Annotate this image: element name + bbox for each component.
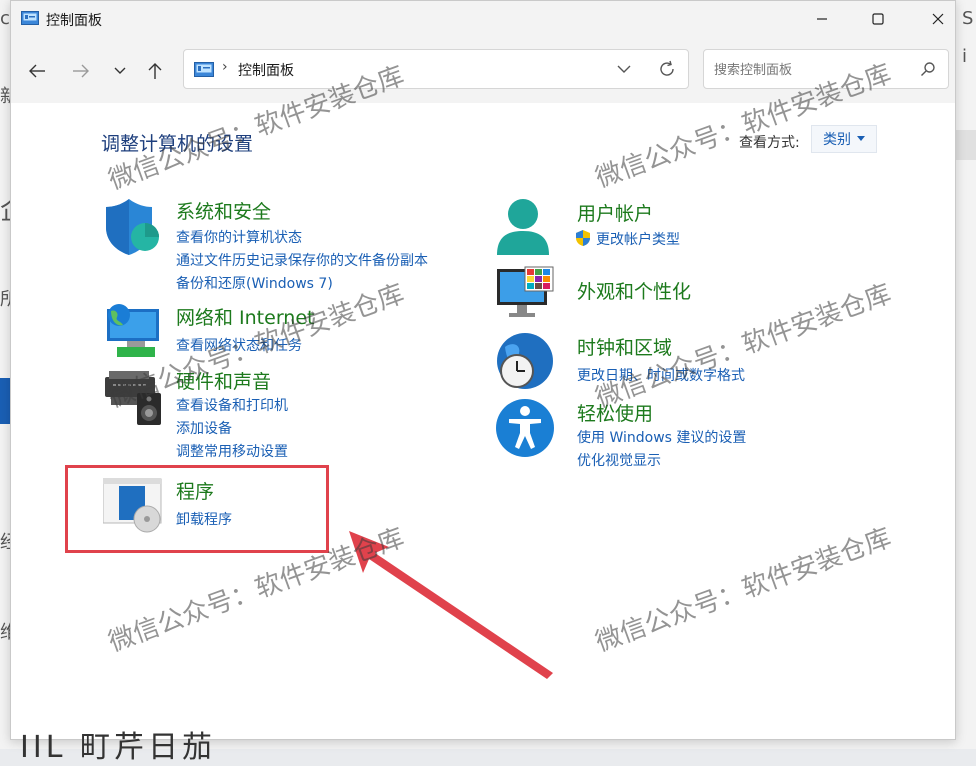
minimize-icon <box>817 18 827 20</box>
uac-shield-icon <box>576 230 590 246</box>
category-title-clock-region[interactable]: 时钟和区域 <box>577 333 672 360</box>
link-network-status-tasks[interactable]: 查看网络状态和任务 <box>176 335 302 355</box>
link-file-history-backup[interactable]: 通过文件历史记录保存你的文件备份副本 <box>176 250 428 270</box>
breadcrumb[interactable]: 控制面板 <box>238 60 294 80</box>
maximize-icon <box>872 13 884 25</box>
background-text-fragment: IIL 町芹日茄 <box>20 730 216 765</box>
annotation-arrow-icon <box>349 531 553 679</box>
minimize-button[interactable] <box>799 1 845 37</box>
category-title-hardware-sound[interactable]: 硬件和声音 <box>176 367 271 394</box>
watermark-text: 微信公众号：软件安装仓库 <box>591 523 896 658</box>
link-backup-restore[interactable]: 备份和还原(Windows 7) <box>176 273 333 293</box>
background-panel <box>956 130 976 160</box>
link-view-computer-status[interactable]: 查看你的计算机状态 <box>176 227 302 247</box>
search-input[interactable] <box>712 58 906 82</box>
maximize-button[interactable] <box>855 1 901 37</box>
link-mobility-settings[interactable]: 调整常用移动设置 <box>176 441 288 461</box>
caret-down-icon <box>857 136 865 141</box>
refresh-icon[interactable] <box>658 60 676 78</box>
clock-globe-icon[interactable] <box>495 331 555 393</box>
network-globe-icon[interactable] <box>103 303 161 361</box>
back-button[interactable] <box>23 59 51 83</box>
page-title: 调整计算机的设置 <box>101 133 254 155</box>
chevron-down-icon[interactable] <box>616 62 632 76</box>
background-glyph: S <box>962 8 974 29</box>
arrow-right-icon <box>73 64 89 78</box>
user-icon[interactable] <box>495 197 551 257</box>
view-by-dropdown[interactable]: 类别 <box>811 125 877 153</box>
link-optimize-visual-display[interactable]: 优化视觉显示 <box>577 450 661 470</box>
link-devices-printers[interactable]: 查看设备和打印机 <box>176 395 288 415</box>
navigation-bar: › 控制面板 <box>11 39 955 103</box>
background-glyph: c <box>0 8 10 29</box>
link-change-account-type[interactable]: 更改帐户类型 <box>596 229 680 249</box>
view-by-label: 查看方式: <box>739 135 800 151</box>
background-glyph: i <box>962 46 968 67</box>
close-icon <box>932 13 944 25</box>
link-windows-suggested-settings[interactable]: 使用 Windows 建议的设置 <box>577 427 746 447</box>
category-title-system-security[interactable]: 系统和安全 <box>176 197 271 224</box>
control-panel-app-icon <box>21 11 39 25</box>
address-bar[interactable]: › 控制面板 <box>183 49 689 89</box>
annotation-highlight-box <box>65 465 329 553</box>
up-button[interactable] <box>141 59 169 83</box>
category-title-ease-of-access[interactable]: 轻松使用 <box>577 399 653 426</box>
shield-icon[interactable] <box>103 197 161 257</box>
search-icon[interactable] <box>920 61 936 77</box>
forward-button[interactable] <box>67 59 95 83</box>
arrow-up-icon <box>148 63 162 79</box>
monitor-personalize-icon[interactable] <box>495 265 555 321</box>
search-box[interactable] <box>703 49 949 89</box>
title-bar: 控制面板 <box>11 1 955 39</box>
recent-locations-button[interactable] <box>106 59 134 83</box>
chevron-down-icon <box>114 67 126 74</box>
breadcrumb-separator-icon: › <box>222 59 228 75</box>
printer-speaker-icon[interactable] <box>103 367 163 429</box>
content-area: 调整计算机的设置 查看方式: 类别 系统和安全 查看你的计算机状态 通过文件历史… <box>11 59 955 739</box>
control-panel-window: 控制面板 › 控制面板 搜索控制面板 调整计算机的设置 查看方式: 类别 系统和… <box>10 0 956 740</box>
view-by-value: 类别 <box>823 132 851 148</box>
link-add-device[interactable]: 添加设备 <box>176 418 232 438</box>
control-panel-icon <box>194 62 214 77</box>
category-title-network-internet[interactable]: 网络和 Internet <box>176 303 314 330</box>
category-title-user-accounts[interactable]: 用户帐户 <box>577 199 653 226</box>
accessibility-icon[interactable] <box>495 397 555 459</box>
category-title-appearance[interactable]: 外观和个性化 <box>577 277 691 304</box>
close-button[interactable] <box>915 1 955 37</box>
window-title: 控制面板 <box>46 13 102 29</box>
arrow-left-icon <box>29 64 45 78</box>
background-selection <box>0 378 10 424</box>
link-change-date-time-format[interactable]: 更改日期、时间或数字格式 <box>577 365 745 385</box>
